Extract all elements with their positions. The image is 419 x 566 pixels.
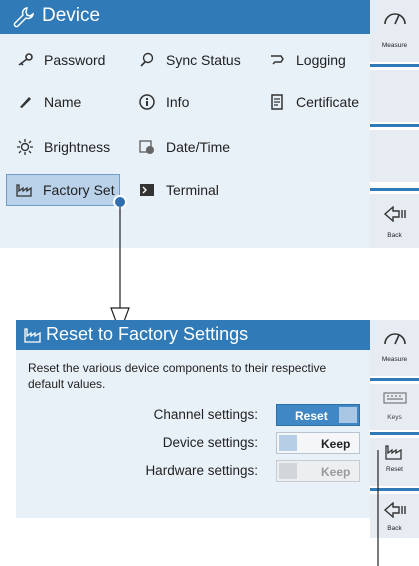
- keys-button[interactable]: Keys: [370, 384, 419, 430]
- keys-label: Keys: [387, 414, 402, 421]
- menu-item-logging[interactable]: Logging: [268, 44, 363, 76]
- device-menu-screen: Device Password Sync Status Logging Name…: [0, 0, 419, 248]
- sidebar: Measure Back: [370, 0, 419, 248]
- menu-item-date-time[interactable]: Date/Time: [138, 131, 258, 163]
- sync-icon: [138, 51, 156, 69]
- sidebar-divider: [370, 378, 419, 381]
- back-button[interactable]: Back: [370, 194, 419, 248]
- flow-connector-arrow: [110, 195, 130, 334]
- device-header: Device: [0, 0, 370, 34]
- keyboard-icon: [383, 392, 407, 404]
- wrench-icon: [13, 7, 34, 28]
- device-settings-label: Device settings:: [162, 435, 258, 450]
- back-label: Back: [387, 232, 402, 239]
- callout-line: [377, 450, 379, 566]
- measure-button[interactable]: Measure: [370, 0, 419, 62]
- menu-item-brightness[interactable]: Brightness: [16, 131, 126, 163]
- channel-settings-toggle[interactable]: Reset: [276, 404, 360, 426]
- calendar-clock-icon: [138, 138, 156, 156]
- menu-item-label: Date/Time: [166, 139, 231, 155]
- reset-factory-screen: Reset to Factory Settings Reset the vari…: [0, 320, 419, 566]
- hardware-settings-value: Keep: [321, 465, 351, 479]
- sidebar-slot-empty: [370, 130, 419, 182]
- sidebar-divider: [370, 64, 419, 67]
- measure-button[interactable]: Measure: [370, 320, 419, 376]
- menu-item-info[interactable]: Info: [138, 86, 258, 118]
- channel-settings-label: Channel settings:: [153, 407, 258, 422]
- gauge-icon: [384, 13, 406, 25]
- info-icon: [138, 93, 156, 111]
- certificate-icon: [268, 93, 286, 111]
- menu-item-label: Terminal: [166, 182, 219, 198]
- terminal-icon: [138, 181, 156, 199]
- back-arrow-icon: [383, 206, 406, 222]
- pen-icon: [16, 93, 34, 111]
- device-menu-grid: Password Sync Status Logging Name Info C…: [0, 34, 370, 248]
- toggle-knob: [279, 463, 297, 479]
- menu-item-password[interactable]: Password: [16, 44, 126, 76]
- sidebar-divider: [370, 124, 419, 127]
- menu-item-label: Info: [166, 94, 190, 110]
- logging-icon: [268, 51, 286, 69]
- hardware-settings-label: Hardware settings:: [145, 463, 258, 478]
- device-title: Device: [42, 5, 101, 26]
- device-settings-toggle[interactable]: Keep: [276, 432, 360, 454]
- measure-label: Measure: [381, 356, 408, 363]
- key-icon: [16, 51, 34, 69]
- sidebar-divider: [370, 188, 419, 191]
- menu-item-terminal[interactable]: Terminal: [138, 174, 258, 206]
- menu-item-label: Logging: [296, 52, 346, 68]
- reset-description: Reset the various device components to t…: [28, 361, 327, 391]
- menu-item-label: Certificate: [296, 94, 360, 110]
- device-settings-value: Keep: [321, 437, 351, 451]
- menu-item-name[interactable]: Name: [16, 86, 126, 118]
- sidebar-divider: [370, 432, 419, 435]
- reset-title: Reset to Factory Settings: [46, 324, 249, 344]
- measure-label: Measure: [381, 42, 408, 49]
- reset-header: Reset to Factory Settings: [16, 320, 370, 350]
- toggle-knob: [339, 407, 357, 423]
- menu-item-label: Brightness: [44, 139, 111, 155]
- toggle-knob: [279, 435, 297, 451]
- menu-item-sync-status[interactable]: Sync Status: [138, 44, 258, 76]
- factory-icon: [24, 328, 41, 343]
- menu-item-label: Name: [44, 94, 82, 110]
- hardware-settings-toggle[interactable]: Keep: [276, 460, 360, 482]
- menu-item-label: Sync Status: [166, 52, 241, 68]
- reset-panel: Reset the various device components to t…: [16, 350, 370, 518]
- sidebar-slot-empty: [370, 70, 419, 122]
- menu-item-label: Password: [44, 52, 106, 68]
- channel-settings-value: Reset: [295, 409, 328, 423]
- back-arrow-icon: [383, 502, 406, 518]
- factory-icon: [385, 445, 402, 460]
- menu-item-certificate[interactable]: Certificate: [268, 86, 368, 118]
- gauge-icon: [384, 333, 406, 345]
- factory-icon: [15, 181, 33, 199]
- sun-icon: [16, 138, 34, 156]
